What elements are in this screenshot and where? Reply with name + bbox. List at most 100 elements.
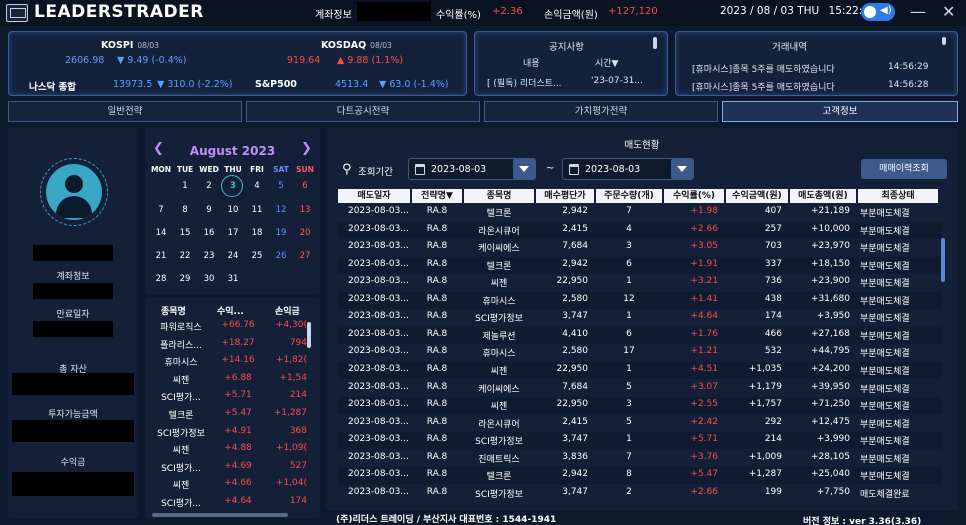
col-return: +4.64: [690, 311, 718, 322]
col-strategy: RA.8: [426, 416, 448, 427]
header-col-sell-date: 매도일자: [338, 189, 410, 203]
table-row[interactable]: 2023-08-03... RA.8 케이씨에스 7,684 5 +3.07 +1,179 +…: [338, 380, 942, 397]
calendar-day[interactable]: 16: [197, 228, 221, 238]
tab-customer-info[interactable]: 고객정보: [722, 101, 958, 122]
notice-panel: 공지사항 내용 시간▼ [ (필독) 리더스트... '23-07-31...: [474, 31, 668, 96]
date-from-picker[interactable]: 2023-08-03: [408, 158, 536, 180]
calendar-day[interactable]: 28: [149, 274, 173, 284]
calendar-day[interactable]: 6: [293, 181, 317, 191]
calendar-day[interactable]: 22: [173, 251, 197, 261]
calendar-day[interactable]: 31: [221, 274, 245, 284]
table-row[interactable]: 2023-08-03... RA.8 라온시큐어 2,415 4 +2.66 257 +10,…: [338, 221, 942, 239]
table-row[interactable]: 2023-08-03... RA.8 씨젠 22,950 1 +3.21 736 +23,90…: [338, 274, 942, 291]
tab-general-strategy[interactable]: 일반전략: [8, 101, 242, 122]
investable-amount-masked: [12, 420, 134, 442]
table-row[interactable]: 2023-08-03... RA.8 SCI평가정보 3,747 1 +4.64 174 +3…: [338, 309, 942, 326]
sales-scrollbar[interactable]: [941, 238, 945, 282]
calendar-day[interactable]: 5: [269, 181, 293, 191]
trade-history-query-button[interactable]: 매매이력조회: [861, 159, 947, 179]
trade-row-text: [휴마시스]종목 5주를 매도하였습니다: [692, 65, 835, 75]
col-total: +44,795: [810, 346, 850, 357]
table-row[interactable]: 2023-08-03... RA.8 휴마시스 2,580 17 +1.21 532 +44,…: [338, 344, 942, 361]
app-logo: LEADERSTRADER: [34, 2, 204, 22]
col-avg-price: 3,747: [562, 486, 588, 497]
date-to-dropdown-button[interactable]: [671, 159, 693, 179]
pl-cell-profit: +1,287: [273, 408, 307, 418]
trade-history-scrollbar[interactable]: [942, 37, 946, 45]
minimize-button[interactable]: —: [910, 2, 926, 21]
calendar-day[interactable]: 23: [197, 251, 221, 261]
calendar-day[interactable]: 3: [221, 181, 245, 191]
calendar-day[interactable]: 29: [173, 274, 197, 284]
notice-scrollbar[interactable]: [653, 37, 657, 49]
date-from-dropdown-button[interactable]: [513, 159, 535, 179]
calendar-day[interactable]: 2: [197, 181, 221, 191]
col-avg-price: 22,950: [556, 363, 589, 374]
pl-cell-profit: +1,54: [279, 372, 307, 383]
customer-profile-panel: 계좌정보 만료일자 총 자산 투자가능금액 수익금: [8, 128, 138, 518]
calendar-day[interactable]: 27: [293, 251, 317, 261]
table-row[interactable]: 2023-08-03... RA.8 텔크론 2,942 7 +1.98 407 +21,18…: [338, 204, 942, 221]
table-row[interactable]: 2023-08-03... RA.8 씨젠 22,950 1 +4.51 +1,035 +24…: [338, 361, 942, 379]
index-value-kospi: 2606.98: [65, 55, 105, 66]
col-quantity: 7: [626, 451, 632, 462]
calendar-day[interactable]: 9: [197, 205, 221, 215]
calendar-day[interactable]: 15: [173, 228, 197, 238]
col-total: +39,950: [810, 381, 850, 392]
search-icon: ⚲: [342, 162, 352, 177]
pl-scrollbar[interactable]: [307, 322, 311, 348]
calendar-day[interactable]: 1: [173, 181, 197, 191]
calendar-day[interactable]: 8: [173, 205, 197, 215]
tab-value-strategy[interactable]: 가치평가전략: [484, 101, 718, 122]
col-quantity: 1: [626, 434, 632, 445]
calendar-day[interactable]: 30: [197, 274, 221, 284]
calendar-day[interactable]: 4: [245, 181, 269, 191]
table-row[interactable]: 2023-08-03... RA.8 SCI평가정보 3,747 2 +2.66 199 +7…: [338, 485, 942, 502]
calendar-day[interactable]: 24: [221, 251, 245, 261]
calendar-day[interactable]: 10: [221, 205, 245, 215]
calendar-day[interactable]: 25: [245, 251, 269, 261]
profit-loss-panel: 종목명 수익... 손익금 파워로직스 +66.76 +4,30(폴라리스... +1…: [145, 298, 320, 518]
col-status: 부분매도체결: [860, 472, 910, 483]
sound-toggle[interactable]: ◀): [861, 3, 895, 21]
col-sell-date: 2023-08-03...: [348, 293, 409, 304]
col-stock-name: 텔크론: [486, 209, 512, 219]
table-row[interactable]: 2023-08-03... RA.8 텔크론 2,942 8 +5.47 +1,287 +25…: [338, 467, 942, 485]
header-col-avg-price: 매수평단가: [536, 189, 594, 203]
calendar-day[interactable]: 14: [149, 228, 173, 238]
pl-cell-return: +4.66: [224, 478, 252, 489]
close-button[interactable]: ✕: [942, 2, 955, 21]
pl-horizontal-scrollbar[interactable]: [152, 513, 288, 517]
table-row[interactable]: 2023-08-03... RA.8 휴마시스 2,580 12 +1.41 438 +31,…: [338, 291, 942, 309]
col-profit: +1,009: [748, 451, 782, 462]
header-col-strategy[interactable]: 전략명▼: [412, 189, 462, 203]
col-sell-date: 2023-08-03...: [348, 258, 409, 269]
calendar-day[interactable]: 13: [293, 205, 317, 215]
col-status: 부분매도체결: [860, 209, 910, 219]
calendar-day[interactable]: 26: [269, 251, 293, 261]
calendar-next-button[interactable]: ❯: [301, 141, 312, 156]
calendar-day[interactable]: 11: [245, 205, 269, 215]
calendar-day[interactable]: 7: [149, 205, 173, 215]
table-row[interactable]: 2023-08-03... RA.8 라온시큐어 2,415 5 +2.42 292 +12,…: [338, 415, 942, 432]
date-to-picker[interactable]: 2023-08-03: [562, 158, 694, 180]
calendar-day[interactable]: 20: [293, 228, 317, 238]
col-quantity: 5: [626, 381, 632, 392]
col-avg-price: 2,580: [562, 293, 588, 304]
calendar-day[interactable]: 21: [149, 251, 173, 261]
notice-row-content[interactable]: [ (필독) 리더스트...: [487, 76, 587, 89]
tab-dart-disclosure-strategy[interactable]: 다트공시전략: [246, 101, 480, 122]
calendar-day[interactable]: 12: [269, 205, 293, 215]
pl-cell-stock: 파워로직스: [160, 323, 202, 333]
calendar-day[interactable]: 18: [245, 228, 269, 238]
table-row[interactable]: 2023-08-03... RA.8 진매트릭스 3,836 7 +3.76 +1,009 +…: [338, 450, 942, 467]
col-strategy: RA.8: [426, 486, 448, 497]
table-row[interactable]: 2023-08-03... RA.8 제놀루션 4,410 6 +1.76 466 +27,1…: [338, 326, 942, 344]
table-row[interactable]: 2023-08-03... RA.8 케이씨에스 7,684 3 +3.05 703 +23,…: [338, 239, 942, 256]
table-row[interactable]: 2023-08-03... RA.8 씨젠 22,950 3 +2.55 +1,757 +71…: [338, 397, 942, 415]
notice-col-time[interactable]: 시간▼: [595, 56, 618, 69]
calendar-day[interactable]: 19: [269, 228, 293, 238]
calendar-day[interactable]: 17: [221, 228, 245, 238]
table-row[interactable]: 2023-08-03... RA.8 SCI평가정보 3,747 1 +5.71 214 +3…: [338, 432, 942, 450]
table-row[interactable]: 2023-08-03... RA.8 텔크론 2,942 6 +1.91 337 +18,15…: [338, 256, 942, 274]
